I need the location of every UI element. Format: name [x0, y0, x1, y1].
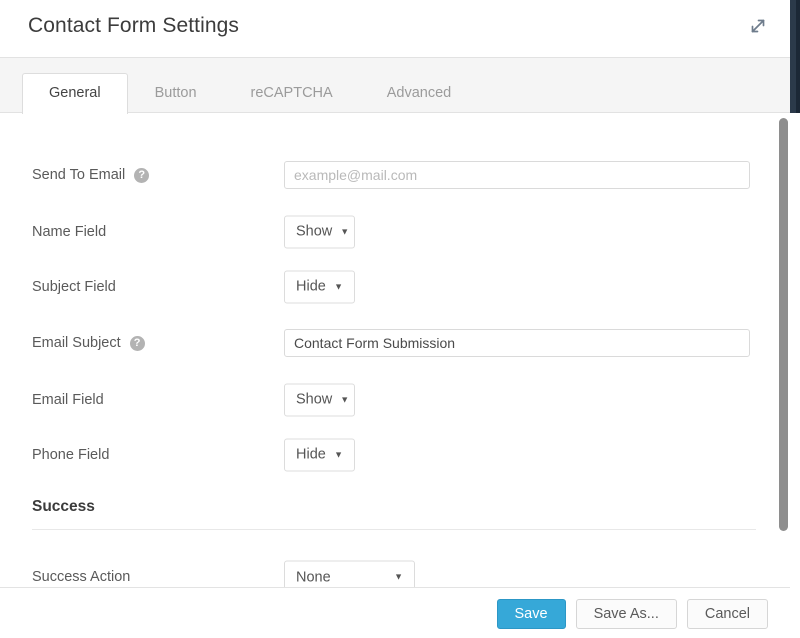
subject-field-select[interactable]: Hide ▼ [284, 270, 355, 303]
settings-content-inner: Send To Email ? Name Field Show ▼ [0, 113, 790, 587]
help-icon-send-to-email[interactable]: ? [134, 167, 150, 183]
content-scrollbar-track[interactable] [778, 113, 790, 587]
name-field-value: Show [296, 223, 333, 240]
chevron-down-icon: ▼ [334, 281, 343, 291]
tab-general[interactable]: General [22, 73, 128, 116]
chevron-down-icon: ▼ [340, 394, 350, 404]
tab-advanced-label: Advanced [386, 85, 452, 101]
help-icon-email-subject[interactable]: ? [129, 335, 145, 351]
modal-footer: Save Save As... Cancel [0, 587, 790, 638]
row-subject-field: Subject Field Hide ▼ [0, 259, 790, 314]
chevron-down-icon: ▼ [340, 226, 350, 236]
footer-button-group: Save Save As... Cancel [496, 599, 768, 629]
success-action-value: None [296, 569, 331, 585]
tab-strip: General Button reCAPTCHA Advanced [22, 72, 479, 116]
name-field-select[interactable]: Show ▼ [284, 215, 355, 248]
control-send-to-email [284, 161, 750, 189]
success-section-divider [32, 529, 756, 530]
label-email-field-text: Email Field [32, 391, 104, 408]
send-to-email-input[interactable] [284, 161, 750, 189]
label-success-action: Success Action [32, 569, 130, 585]
phone-field-select[interactable]: Hide ▼ [284, 438, 355, 471]
control-phone-field: Hide ▼ [284, 438, 355, 471]
page-background-edge [790, 0, 800, 113]
tab-general-label: General [49, 85, 101, 101]
control-name-field: Show ▼ [284, 215, 355, 248]
expand-arrows-icon[interactable] [744, 12, 772, 40]
success-section-title: Success [32, 498, 95, 515]
label-phone-field-text: Phone Field [32, 446, 110, 463]
tab-button[interactable]: Button [128, 73, 224, 114]
tab-recaptcha[interactable]: reCAPTCHA [224, 73, 360, 114]
tab-recaptcha-label: reCAPTCHA [250, 85, 333, 101]
tab-bar: General Button reCAPTCHA Advanced [0, 57, 790, 116]
email-field-select[interactable]: Show ▼ [284, 383, 355, 416]
tab-advanced[interactable]: Advanced [360, 73, 479, 114]
control-email-field: Show ▼ [284, 383, 355, 416]
row-name-field: Name Field Show ▼ [0, 204, 790, 259]
control-email-subject [284, 329, 750, 357]
row-email-subject: Email Subject ? [0, 314, 790, 372]
modal-header: Contact Form Settings [0, 0, 790, 57]
label-email-subject-text: Email Subject [32, 335, 121, 351]
row-phone-field: Phone Field Hide ▼ [0, 427, 790, 482]
label-send-to-email: Send To Email ? [32, 167, 150, 183]
email-subject-input[interactable] [284, 329, 750, 357]
success-action-select[interactable]: None ▼ [284, 560, 415, 587]
label-subject-field-text: Subject Field [32, 278, 116, 295]
row-email-field: Email Field Show ▼ [0, 372, 790, 427]
success-section: Success [0, 498, 790, 530]
content-scrollbar-thumb[interactable] [779, 118, 788, 531]
contact-form-settings-modal: Contact Form Settings General Button reC… [0, 0, 800, 638]
phone-field-value: Hide [296, 446, 326, 463]
control-subject-field: Hide ▼ [284, 270, 355, 303]
page-title: Contact Form Settings [28, 14, 240, 37]
page-background-edge-inner [796, 0, 800, 113]
label-email-subject: Email Subject ? [32, 335, 145, 351]
label-name-field: Name Field [32, 224, 106, 240]
chevron-down-icon: ▼ [394, 571, 403, 582]
row-success-action: Success Action None ▼ [0, 548, 790, 587]
label-success-action-text: Success Action [32, 569, 131, 585]
tab-button-label: Button [154, 85, 197, 101]
control-success-action: None ▼ [284, 560, 415, 587]
cancel-button[interactable]: Cancel [686, 599, 768, 629]
chevron-down-icon: ▼ [334, 449, 343, 459]
label-phone-field: Phone Field [32, 447, 109, 463]
label-name-field-text: Name Field [32, 223, 107, 240]
row-send-to-email: Send To Email ? [0, 146, 790, 204]
label-email-field: Email Field [32, 392, 104, 408]
save-as-button[interactable]: Save As... [575, 599, 677, 629]
label-send-to-email-text: Send To Email [32, 167, 126, 183]
subject-field-value: Hide [296, 278, 326, 295]
save-button[interactable]: Save [496, 599, 566, 629]
label-subject-field: Subject Field [32, 279, 116, 295]
email-field-value: Show [296, 391, 333, 408]
settings-content-panel: Send To Email ? Name Field Show ▼ [0, 113, 790, 587]
